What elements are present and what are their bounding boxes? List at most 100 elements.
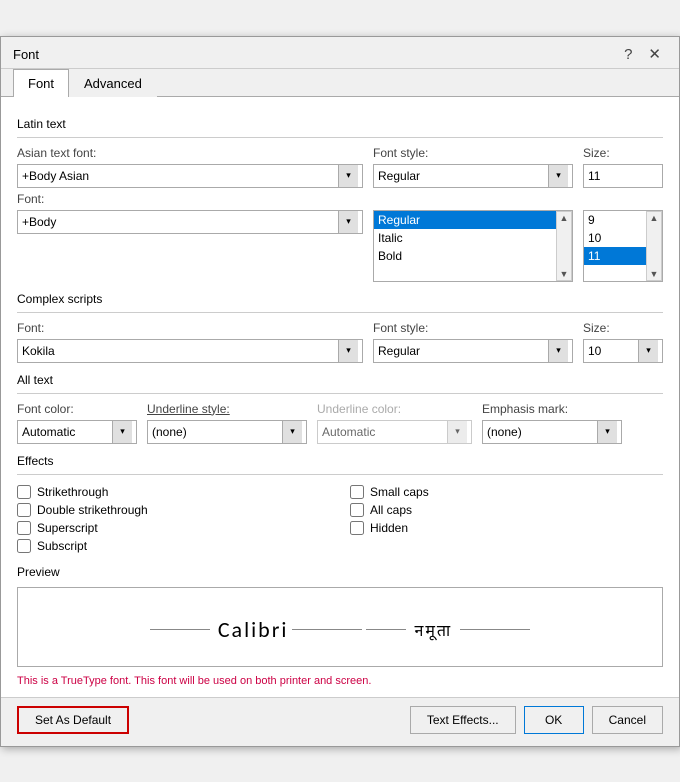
complex-size-select[interactable]: 10 ▾ bbox=[583, 339, 663, 363]
strikethrough-checkbox[interactable] bbox=[17, 485, 31, 499]
cancel-button[interactable]: Cancel bbox=[592, 706, 663, 734]
preview-line-right bbox=[460, 629, 530, 630]
effects-label: Effects bbox=[17, 454, 663, 468]
size-scroll-up[interactable]: ▲ bbox=[650, 213, 659, 223]
size-list[interactable]: 9 10 11 ▲ ▼ bbox=[583, 210, 663, 282]
all-text-label: All text bbox=[17, 373, 663, 387]
font-style-label: Font style: bbox=[373, 146, 573, 160]
latin-inputs-row1: +Body Asian ▾ Regular ▾ 11 bbox=[17, 164, 663, 188]
small-caps-label[interactable]: Small caps bbox=[370, 485, 429, 499]
size-input-latin[interactable]: 11 bbox=[583, 164, 663, 188]
font-arrow[interactable]: ▾ bbox=[338, 211, 358, 233]
size-scrollbar[interactable]: ▲ ▼ bbox=[646, 211, 662, 281]
asian-font-label: Asian text font: bbox=[17, 146, 363, 160]
alltext-inputs-row: Automatic ▾ (none) ▾ Automatic ▾ (none) … bbox=[17, 420, 663, 444]
size-item-11[interactable]: 11 bbox=[584, 247, 646, 265]
complex-font-select[interactable]: Kokila ▾ bbox=[17, 339, 363, 363]
complex-font-label: Font: bbox=[17, 321, 363, 335]
dialog-footer: Set As Default Text Effects... OK Cancel bbox=[1, 697, 679, 746]
superscript-checkbox[interactable] bbox=[17, 521, 31, 535]
scroll-up-arrow[interactable]: ▲ bbox=[560, 213, 569, 223]
font-dialog: Font ? ✕ Font Advanced Latin text Asian … bbox=[0, 36, 680, 747]
effects-section: Effects Strikethrough Double strikethrou… bbox=[17, 454, 663, 555]
underline-color-value: Automatic bbox=[322, 425, 447, 439]
size-item-9[interactable]: 9 bbox=[584, 211, 646, 229]
preview-line-mid2 bbox=[366, 629, 406, 630]
emphasis-mark-arrow[interactable]: ▾ bbox=[597, 421, 617, 443]
all-caps-label[interactable]: All caps bbox=[370, 503, 412, 517]
complex-style-select[interactable]: Regular ▾ bbox=[373, 339, 573, 363]
underline-style-select[interactable]: (none) ▾ bbox=[147, 420, 307, 444]
text-effects-button[interactable]: Text Effects... bbox=[410, 706, 516, 734]
superscript-row: Superscript bbox=[17, 519, 330, 537]
font-value: +Body bbox=[22, 215, 338, 229]
font-style-list-area: Regular Italic Bold bbox=[374, 211, 556, 281]
subscript-label[interactable]: Subscript bbox=[37, 539, 87, 553]
size-value-latin: 11 bbox=[588, 169, 658, 183]
subscript-checkbox[interactable] bbox=[17, 539, 31, 553]
font-style-item-italic[interactable]: Italic bbox=[374, 229, 556, 247]
underline-color-arrow[interactable]: ▾ bbox=[447, 421, 467, 443]
font-color-arrow[interactable]: ▾ bbox=[112, 421, 132, 443]
help-button[interactable]: ? bbox=[618, 45, 638, 64]
effects-left: Strikethrough Double strikethrough Super… bbox=[17, 483, 330, 555]
complex-inputs-row: Kokila ▾ Regular ▾ 10 ▾ bbox=[17, 339, 663, 363]
preview-section: Preview Calibri नमूता This is a TrueType… bbox=[17, 565, 663, 687]
complex-size-value: 10 bbox=[588, 344, 638, 358]
latin-text-section: Latin text Asian text font: Font style: … bbox=[17, 117, 663, 282]
font-style-item-regular[interactable]: Regular bbox=[374, 211, 556, 229]
close-button[interactable]: ✕ bbox=[642, 45, 667, 64]
superscript-label[interactable]: Superscript bbox=[37, 521, 98, 535]
tab-advanced[interactable]: Advanced bbox=[69, 69, 157, 97]
font-color-label: Font color: bbox=[17, 402, 137, 416]
underline-color-select[interactable]: Automatic ▾ bbox=[317, 420, 472, 444]
emphasis-mark-select[interactable]: (none) ▾ bbox=[482, 420, 622, 444]
asian-font-select[interactable]: +Body Asian ▾ bbox=[17, 164, 363, 188]
asian-font-arrow[interactable]: ▾ bbox=[338, 165, 358, 187]
title-bar: Font ? ✕ bbox=[1, 37, 679, 69]
complex-size-label: Size: bbox=[583, 321, 663, 335]
scroll-down-arrow[interactable]: ▼ bbox=[560, 269, 569, 279]
latin-labels-row2: Font: bbox=[17, 192, 663, 208]
latin-labels-row: Asian text font: Font style: Size: bbox=[17, 146, 663, 162]
font-style-item-bold[interactable]: Bold bbox=[374, 247, 556, 265]
double-strikethrough-checkbox[interactable] bbox=[17, 503, 31, 517]
preview-box: Calibri नमूता bbox=[17, 587, 663, 667]
font-style-input[interactable]: Regular ▾ bbox=[373, 164, 573, 188]
complex-labels-row: Font: Font style: Size: bbox=[17, 321, 663, 337]
complex-size-arrow[interactable]: ▾ bbox=[638, 340, 658, 362]
font-select[interactable]: +Body ▾ bbox=[17, 210, 363, 234]
font-color-select[interactable]: Automatic ▾ bbox=[17, 420, 137, 444]
set-default-button[interactable]: Set As Default bbox=[17, 706, 129, 734]
font-style-list[interactable]: Regular Italic Bold ▲ ▼ bbox=[373, 210, 573, 282]
small-caps-checkbox[interactable] bbox=[350, 485, 364, 499]
complex-style-arrow[interactable]: ▾ bbox=[548, 340, 568, 362]
complex-font-value: Kokila bbox=[22, 344, 338, 358]
hidden-label[interactable]: Hidden bbox=[370, 521, 408, 535]
complex-font-arrow[interactable]: ▾ bbox=[338, 340, 358, 362]
size-label-latin: Size: bbox=[583, 146, 663, 160]
preview-line-left bbox=[150, 629, 210, 630]
preview-devanagari: नमूता bbox=[414, 619, 452, 641]
subscript-row: Subscript bbox=[17, 537, 330, 555]
footer-right: Text Effects... OK Cancel bbox=[410, 706, 663, 734]
font-style-scrollbar[interactable]: ▲ ▼ bbox=[556, 211, 572, 281]
size-item-10[interactable]: 10 bbox=[584, 229, 646, 247]
hidden-checkbox[interactable] bbox=[350, 521, 364, 535]
font-color-value: Automatic bbox=[22, 425, 112, 439]
font-label-latin: Font: bbox=[17, 192, 363, 206]
font-style-arrow[interactable]: ▾ bbox=[548, 165, 568, 187]
strikethrough-label[interactable]: Strikethrough bbox=[37, 485, 108, 499]
underline-style-arrow[interactable]: ▾ bbox=[282, 421, 302, 443]
dialog-title: Font bbox=[13, 47, 39, 62]
latin-row3: +Body ▾ Regular Italic Bold ▲ ▼ bbox=[17, 210, 663, 282]
tab-content: Latin text Asian text font: Font style: … bbox=[1, 97, 679, 697]
tab-font[interactable]: Font bbox=[13, 69, 69, 97]
ok-button[interactable]: OK bbox=[524, 706, 584, 734]
size-scroll-down[interactable]: ▼ bbox=[650, 269, 659, 279]
double-strikethrough-label[interactable]: Double strikethrough bbox=[37, 503, 148, 517]
latin-text-label: Latin text bbox=[17, 117, 663, 131]
all-caps-checkbox[interactable] bbox=[350, 503, 364, 517]
asian-font-value: +Body Asian bbox=[22, 169, 338, 183]
complex-style-value: Regular bbox=[378, 344, 548, 358]
